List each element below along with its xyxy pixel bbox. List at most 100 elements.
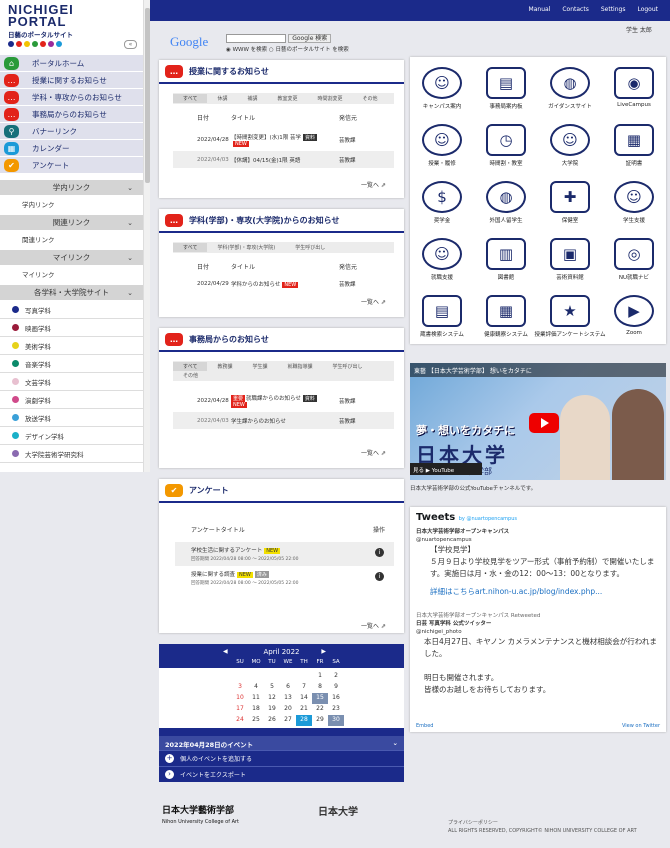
tab[interactable]: その他 (353, 94, 388, 103)
calendar-day[interactable]: 13 (280, 693, 296, 704)
sidebar-section-header[interactable]: 学内リンク ⌄ (0, 180, 143, 196)
quick-link[interactable]: ☺ 大学院 (538, 124, 602, 181)
quick-link[interactable]: ▣ 芸術資料館 (538, 238, 602, 295)
sidebar-link[interactable]: 関連リンク (0, 231, 143, 250)
calendar-day[interactable]: 22 (312, 704, 328, 715)
table-row[interactable]: 2022/04/03 【休講】04/15(金)1限 英語 芸教課 (173, 151, 394, 168)
dept-link[interactable]: 音楽学科 (0, 355, 143, 373)
dept-link[interactable]: 演劇学科 (0, 391, 143, 409)
calendar-events-header[interactable]: 2022年04月28日のイベント ⌄ (159, 736, 404, 750)
dept-link[interactable]: 写真学科 (0, 301, 143, 319)
dept-link[interactable]: 映画学科 (0, 319, 143, 337)
tweets-by[interactable]: by @nuartopencampus (459, 516, 517, 522)
sidebar-link[interactable]: マイリンク (0, 266, 143, 285)
calendar-day[interactable]: 20 (280, 704, 296, 715)
tab[interactable]: 学科(学部)・専攻(大学院) (207, 243, 285, 252)
quick-link[interactable]: ▤ 事務局案内板 (474, 67, 538, 124)
google-search-input[interactable] (226, 34, 286, 43)
calendar-day[interactable]: 18 (248, 704, 264, 715)
calendar-day[interactable]: 29 (312, 715, 328, 726)
sidebar-collapse-button[interactable]: « (124, 40, 137, 49)
calendar-day[interactable]: 1 (312, 671, 328, 682)
dept-link[interactable]: デザイン学科 (0, 427, 143, 445)
calendar-day[interactable]: 9 (328, 682, 344, 693)
calendar-day[interactable]: 21 (296, 704, 312, 715)
enquete-more-link[interactable]: 一覧へ ⇗ (361, 621, 386, 630)
top-link-settings[interactable]: Settings (601, 6, 626, 13)
info-icon[interactable]: i (375, 548, 384, 557)
tab[interactable]: 休講 (207, 94, 237, 103)
sidebar-link[interactable]: 学内リンク (0, 196, 143, 215)
sidebar-section-header[interactable]: マイリンク ⌄ (0, 250, 143, 266)
calendar-day[interactable]: 8 (312, 682, 328, 693)
sidebar-item-4[interactable]: ⚲ バナーリンク (0, 123, 143, 140)
calendar-day[interactable]: 15 (312, 693, 328, 704)
calendar-day[interactable]: 28 (296, 715, 312, 726)
sidebar-scroll-thumb[interactable] (145, 8, 150, 183)
sidebar-section-header[interactable]: 各学科・大学院サイト ⌄ (0, 285, 143, 301)
add-event-button[interactable]: + 個人のイベントを追加する (159, 750, 404, 766)
tab[interactable]: 就職指導課 (277, 362, 322, 371)
quick-link[interactable]: ☺ 学生支援 (602, 181, 666, 238)
sidebar-item-2[interactable]: … 学科・専攻からのお知らせ (0, 89, 143, 106)
quick-link[interactable]: $ 奨学金 (410, 181, 474, 238)
sidebar-item-0[interactable]: ⌂ ポータルホーム (0, 55, 143, 72)
youtube-watch-button[interactable]: 見る ▶ YouTube (410, 463, 482, 475)
calendar-prev-button[interactable]: ◀ (223, 648, 228, 655)
sidebar-item-1[interactable]: … 授業に関するお知らせ (0, 72, 143, 89)
list-item[interactable]: 学校生活に関するアンケート NEW 回答期間 2022/04/28 08:00 ～… (175, 542, 394, 566)
dept-notice-more-link[interactable]: 一覧へ ⇗ (361, 297, 386, 306)
calendar-day[interactable]: 5 (264, 682, 280, 693)
tab[interactable]: 学生呼び出し (285, 243, 335, 252)
table-row[interactable]: 2022/04/29 学科からのお知らせ NEW 芸教課 (173, 275, 394, 292)
quick-link[interactable]: ▤ 蔵書検索システム (410, 295, 474, 352)
tab[interactable]: 学生課 (242, 362, 277, 371)
tweet[interactable]: 日本大学芸術学部オープンキャンパス @nuartopencampus 【学校見学】… (410, 528, 666, 696)
calendar-day[interactable]: 23 (328, 704, 344, 715)
privacy-policy-link[interactable]: プライバシーポリシー (448, 820, 498, 826)
tab[interactable]: すべて (173, 243, 208, 252)
play-icon[interactable] (529, 413, 559, 433)
dept-link[interactable]: 大学院芸術学研究科 (0, 445, 143, 463)
quick-link[interactable]: ◍ ガイダンスサイト (538, 67, 602, 124)
calendar-day[interactable]: 27 (280, 715, 296, 726)
calendar-day[interactable]: 14 (296, 693, 312, 704)
quick-link[interactable]: ★ 授業評価アンケートシステム (534, 295, 606, 352)
calendar-day[interactable]: 7 (296, 682, 312, 693)
calendar-day[interactable]: 2 (328, 671, 344, 682)
dept-link[interactable]: 美術学科 (0, 337, 143, 355)
dept-link[interactable]: 放送学科 (0, 409, 143, 427)
tab[interactable]: すべて (173, 94, 208, 103)
info-icon[interactable]: i (375, 572, 384, 581)
tweet-account[interactable]: 日本大学芸術学部オープンキャンパス (416, 529, 509, 535)
google-search-button[interactable]: Google 検索 (288, 34, 332, 43)
tab[interactable]: すべて (173, 362, 208, 371)
table-row[interactable]: 2022/04/28 【時間割変更】(水)1限 芸学 資料 NEW 芸教課 (173, 128, 394, 151)
tab[interactable]: 教務課 (207, 362, 242, 371)
tweet-account[interactable]: 日芸 写真学科 公式ツイッター (416, 621, 491, 627)
export-event-button[interactable]: › イベントをエクスポート (159, 766, 404, 782)
quick-link[interactable]: ◷ 時間割・教室 (474, 124, 538, 181)
quick-link[interactable]: ☺ 就職支援 (410, 238, 474, 295)
embed-link[interactable]: Embed (416, 723, 433, 729)
calendar-next-button[interactable]: ▶ (321, 648, 326, 655)
youtube-video[interactable]: 東藝 【日本大学芸術学部】 想いをカタチに 夢・想いをカタチに 日本大学 芸術学… (410, 363, 666, 480)
office-notice-more-link[interactable]: 一覧へ ⇗ (361, 448, 386, 457)
dept-link[interactable]: 文芸学科 (0, 373, 143, 391)
class-notice-more-link[interactable]: 一覧へ ⇗ (361, 180, 386, 189)
portal-logo[interactable]: NICHIGEI PORTAL 日藝のポータルサイト (8, 3, 108, 47)
calendar-day[interactable]: 30 (328, 715, 344, 726)
calendar-day[interactable]: 6 (280, 682, 296, 693)
quick-link[interactable]: ▶ Zoom (602, 295, 666, 352)
table-row[interactable]: 2022/04/03 学生課からのお知らせ 芸教課 (173, 412, 394, 429)
calendar-day[interactable]: 12 (264, 693, 280, 704)
sidebar-section-header[interactable]: 関連リンク ⌄ (0, 215, 143, 231)
top-link-logout[interactable]: Logout (637, 6, 658, 13)
quick-link[interactable]: ◎ NU就職ナビ (602, 238, 666, 295)
calendar-day[interactable]: 4 (248, 682, 264, 693)
quick-link[interactable]: ✚ 保健室 (538, 181, 602, 238)
quick-link[interactable]: ☺ 授業・履修 (410, 124, 474, 181)
quick-link[interactable]: ◍ 外国人留学生 (474, 181, 538, 238)
tab[interactable]: 補講 (237, 94, 267, 103)
calendar-day[interactable]: 19 (264, 704, 280, 715)
